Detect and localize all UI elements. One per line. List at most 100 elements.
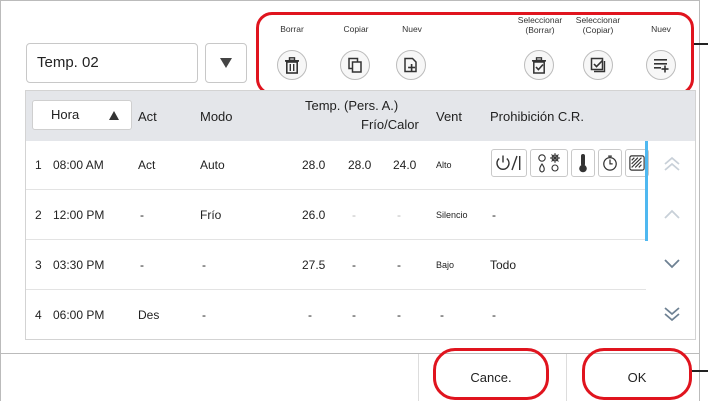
chevron-down-icon <box>664 259 680 269</box>
schedule-name-field[interactable]: Temp. 02 <box>26 43 198 83</box>
row-fan: - <box>440 308 444 322</box>
footer-divider-1 <box>418 354 419 401</box>
cancel-button[interactable]: Cance. <box>443 368 539 388</box>
row-temp-cool: - <box>352 208 356 222</box>
row-mode: - <box>202 308 206 322</box>
panel-left-border <box>0 0 1 401</box>
power-onoff-icon <box>491 149 527 177</box>
row-temp-cool: 28.0 <box>348 158 372 172</box>
chevron-up-icon <box>664 209 680 219</box>
list-add-icon <box>653 59 668 73</box>
prohibition-header: Prohibición C.R. <box>490 109 584 124</box>
schedule-table: Hora Act Modo Temp. (Pers. A.) Frío/Calo… <box>25 90 696 340</box>
row-mode: - <box>202 258 206 272</box>
double-chevron-up-icon <box>664 156 680 171</box>
row-temp-heat: 24.0 <box>393 158 417 172</box>
table-scrollbar[interactable] <box>645 141 648 241</box>
row-number: 3 <box>35 258 42 272</box>
copy-label: Copiar <box>343 24 369 34</box>
row-number: 4 <box>35 308 42 322</box>
select-delete-label-1: Seleccionar <box>517 15 563 25</box>
hora-header-label: Hora <box>51 107 80 122</box>
row-fan: Bajo <box>436 260 455 270</box>
temp-header-line2: Frío/Calor <box>361 117 419 132</box>
row-number: 1 <box>35 158 42 172</box>
mode-header: Modo <box>200 109 233 124</box>
ok-button[interactable]: OK <box>590 368 684 388</box>
select-delete-button[interactable] <box>524 50 554 80</box>
row-time: 03:30 PM <box>53 258 105 272</box>
row-number: 2 <box>35 208 42 222</box>
row-prohibition: - <box>492 308 496 322</box>
new-row-button[interactable] <box>646 50 676 80</box>
sort-ascending-icon <box>109 111 119 120</box>
row-temp-heat: - <box>397 258 401 272</box>
checkbox-trash-icon <box>532 56 546 74</box>
act-header: Act <box>138 109 157 124</box>
schedule-editor-panel: Temp. 02 Borrar Copiar Nuev Seleccionar … <box>0 0 708 401</box>
panel-top-border <box>0 0 700 1</box>
trash-icon <box>285 56 299 74</box>
select-delete-tool[interactable]: Seleccionar (Borrar) <box>508 15 572 35</box>
row-temp-auto: 27.5 <box>302 258 326 272</box>
prohibition-icons <box>491 149 649 177</box>
table-header: Hora Act Modo Temp. (Pers. A.) Frío/Calo… <box>26 91 695 141</box>
panel-right-border <box>699 0 700 401</box>
row-act: Des <box>138 308 160 322</box>
callout-line-top <box>694 43 708 45</box>
new-document-icon <box>404 57 417 73</box>
copy-button[interactable] <box>340 50 370 80</box>
footer-divider-2 <box>566 354 567 401</box>
row-temp-cool: - <box>352 258 356 272</box>
row-act: - <box>140 258 144 272</box>
delete-tool[interactable]: Borrar <box>276 24 308 34</box>
delete-label: Borrar <box>280 24 304 34</box>
row-time: 06:00 PM <box>53 308 105 322</box>
mode-icon <box>530 149 568 177</box>
row-temp-heat: - <box>397 208 401 222</box>
new-button[interactable] <box>396 50 426 80</box>
row-temp-auto: 28.0 <box>302 158 326 172</box>
triangle-down-icon <box>220 58 232 68</box>
table-row[interactable]: 4 06:00 PM Des - - - - - - <box>26 291 646 339</box>
copy-tool[interactable]: Copiar <box>336 24 376 34</box>
copy-icon <box>348 57 362 73</box>
fan-header: Vent <box>436 109 463 124</box>
row-prohibition: Todo <box>490 258 517 272</box>
double-chevron-down-icon <box>664 307 680 322</box>
scroll-down-button[interactable] <box>659 251 685 277</box>
table-row[interactable]: 3 03:30 PM - - 27.5 - - Bajo Todo <box>26 241 646 290</box>
row-fan: Silencio <box>436 210 468 220</box>
temp-header-line1: Temp. (Pers. A.) <box>305 98 399 113</box>
timer-icon <box>598 149 622 177</box>
select-copy-tool[interactable]: Seleccionar (Copiar) <box>566 15 630 35</box>
row-mode: Frío <box>200 208 222 222</box>
row-fan: Alto <box>436 160 452 170</box>
scroll-top-button[interactable] <box>659 151 685 177</box>
select-copy-label-2: (Copiar) <box>582 25 614 35</box>
row-act: Act <box>138 158 156 172</box>
scroll-up-button[interactable] <box>659 201 685 227</box>
scroll-bottom-button[interactable] <box>659 301 685 327</box>
new-row-tool[interactable]: Nuev <box>643 24 679 34</box>
delete-button[interactable] <box>277 50 307 80</box>
row-temp-cool: - <box>352 308 356 322</box>
schedule-dropdown-button[interactable] <box>205 43 247 83</box>
table-row[interactable]: 1 08:00 AM Act Auto 28.0 28.0 24.0 Alto <box>26 141 649 190</box>
select-copy-button[interactable] <box>583 50 613 80</box>
table-row[interactable]: 2 12:00 PM - Frío 26.0 - - Silencio - <box>26 191 646 240</box>
thermometer-icon <box>571 149 595 177</box>
callout-line-bottom <box>690 370 708 372</box>
row-time: 12:00 PM <box>53 208 105 222</box>
row-act: - <box>140 208 144 222</box>
checkbox-copy-icon <box>590 57 606 73</box>
row-mode: Auto <box>200 158 225 172</box>
schedule-name-text: Temp. 02 <box>37 54 99 71</box>
row-temp-auto: - <box>308 308 312 322</box>
new-tool[interactable]: Nuev <box>392 24 432 34</box>
hora-sort-button[interactable]: Hora <box>32 100 132 130</box>
row-temp-auto: 26.0 <box>302 208 326 222</box>
new-label: Nuev <box>402 24 422 34</box>
select-delete-label-2: (Borrar) <box>525 25 555 35</box>
new-row-label: Nuev <box>651 24 671 34</box>
